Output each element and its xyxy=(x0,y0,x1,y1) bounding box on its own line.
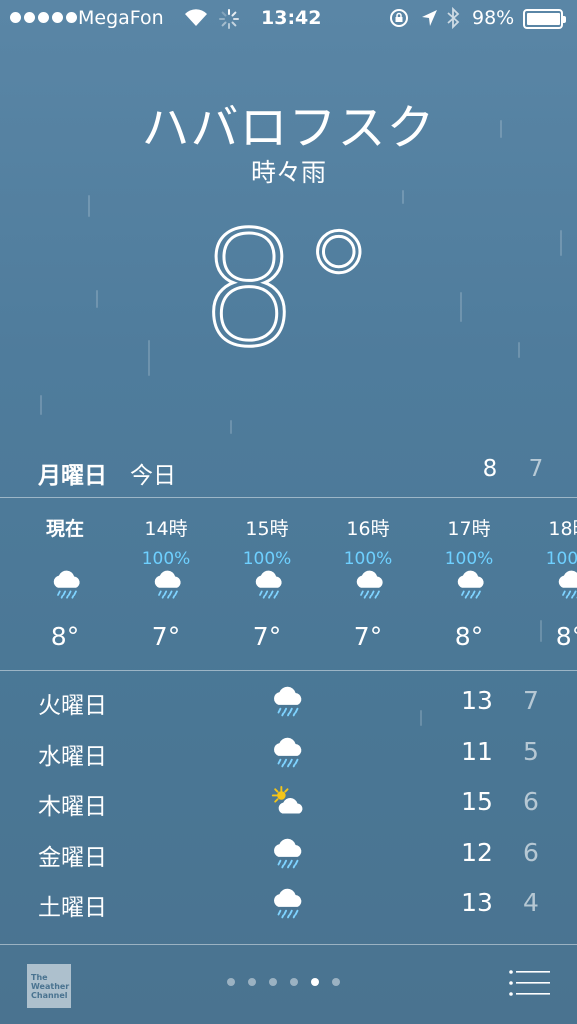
daily-row: 木曜日 15 6 xyxy=(0,781,577,831)
day-low: 7 xyxy=(523,686,539,715)
signal-strength-icon xyxy=(10,12,77,23)
today-label: 今日 xyxy=(130,463,176,489)
day-name: 水曜日 xyxy=(38,743,107,770)
precip-chance: 100% xyxy=(444,549,494,569)
weather-channel-logo[interactable]: The Weather Channel xyxy=(27,964,71,1008)
battery-percentage: 98% xyxy=(472,7,515,29)
daily-row: 水曜日 11 5 xyxy=(0,731,577,781)
day-name: 火曜日 xyxy=(38,693,107,719)
hour-label: 16時 xyxy=(346,518,390,540)
daily-forecast[interactable]: 火曜日 13 7 水曜日 11 5 木曜日 15 6 金曜日 12 6 土曜日 13 4 xyxy=(0,680,577,944)
page-indicator[interactable] xyxy=(227,978,340,986)
activity-spinner-icon xyxy=(219,9,239,29)
rain-streak xyxy=(230,420,232,434)
day-name: 土曜日 xyxy=(38,895,107,921)
clock: 13:42 xyxy=(261,7,322,29)
rain-cloud-icon xyxy=(352,568,388,604)
weather-condition: 時々雨 xyxy=(250,158,326,187)
page-dot[interactable] xyxy=(311,978,319,986)
rain-streak xyxy=(40,395,42,415)
daily-row: 火曜日 13 7 xyxy=(0,680,577,730)
page-dot[interactable] xyxy=(227,978,235,986)
day-name: 木曜日 xyxy=(38,794,107,820)
current-temperature: 8° xyxy=(197,198,380,382)
page-dot[interactable] xyxy=(290,978,298,986)
day-low: 4 xyxy=(523,888,539,917)
today-high: 8 xyxy=(482,456,498,482)
day-high: 15 xyxy=(461,787,493,816)
hour-temp: 8° xyxy=(555,622,577,651)
page-dot[interactable] xyxy=(269,978,277,986)
divider xyxy=(0,497,577,498)
rain-cloud-icon xyxy=(269,735,309,771)
page-dot[interactable] xyxy=(332,978,340,986)
hour-temp: 7° xyxy=(353,622,383,651)
rain-cloud-icon xyxy=(49,568,85,604)
rotation-lock-icon xyxy=(390,9,408,27)
today-summary: 月曜日 今日 8 7 xyxy=(38,456,548,492)
rain-cloud-icon xyxy=(554,568,577,604)
rain-cloud-icon xyxy=(251,568,287,604)
logo-text: Weather xyxy=(31,982,70,991)
precip-chance: 100% xyxy=(545,549,577,569)
carrier-name: MegaFon xyxy=(78,7,164,29)
precip-chance: 100% xyxy=(343,549,393,569)
bluetooth-icon xyxy=(447,6,460,30)
city-name: ハバロフスク xyxy=(141,100,436,156)
city-list-icon[interactable] xyxy=(508,969,550,997)
day-high: 13 xyxy=(461,888,493,917)
today-day: 月曜日 xyxy=(38,463,107,489)
rain-streak xyxy=(402,190,404,204)
daily-row: 土曜日 13 4 xyxy=(0,882,577,932)
divider xyxy=(0,670,577,671)
precip-chance: 100% xyxy=(242,549,292,569)
battery-icon xyxy=(523,9,566,29)
page-dot[interactable] xyxy=(248,978,256,986)
daily-row: 金曜日 12 6 xyxy=(0,832,577,882)
hour-label: 15時 xyxy=(245,518,289,540)
today-low: 7 xyxy=(528,456,544,482)
hour-temp: 8° xyxy=(454,622,484,651)
hour-label: 17時 xyxy=(447,518,491,540)
hour-label: 現在 xyxy=(45,518,84,540)
day-low: 6 xyxy=(523,787,539,816)
hourly-forecast[interactable]: 現在 8° 14時 100% 7° 15時 100% 7° 16時 100% 7° 17時 100% 8°… xyxy=(0,500,577,670)
rain-cloud-icon xyxy=(269,684,309,720)
day-high: 12 xyxy=(461,837,493,867)
day-high: 13 xyxy=(461,686,493,715)
wifi-icon xyxy=(185,9,207,26)
location-arrow-icon xyxy=(422,10,437,26)
hour-temp: 7° xyxy=(252,622,282,651)
hour-temp: 8° xyxy=(50,622,80,651)
day-name: 金曜日 xyxy=(38,844,107,871)
day-low: 5 xyxy=(523,736,539,766)
rain-cloud-icon xyxy=(269,886,309,922)
bottom-toolbar: The Weather Channel xyxy=(0,944,577,1024)
rain-cloud-icon xyxy=(269,836,309,872)
day-low: 6 xyxy=(523,837,539,867)
status-bar: MegaFon 13:42 98% xyxy=(0,0,577,38)
logo-text: Channel xyxy=(31,991,68,1000)
day-high: 11 xyxy=(461,736,493,766)
rain-cloud-icon xyxy=(453,568,489,604)
logo-text: The xyxy=(31,973,48,982)
hour-label: 18時 xyxy=(548,518,577,540)
hour-label: 14時 xyxy=(144,518,188,540)
hour-temp: 7° xyxy=(151,622,181,651)
rain-cloud-icon xyxy=(150,568,186,604)
partly-sunny-icon xyxy=(269,785,309,821)
precip-chance: 100% xyxy=(141,549,191,569)
